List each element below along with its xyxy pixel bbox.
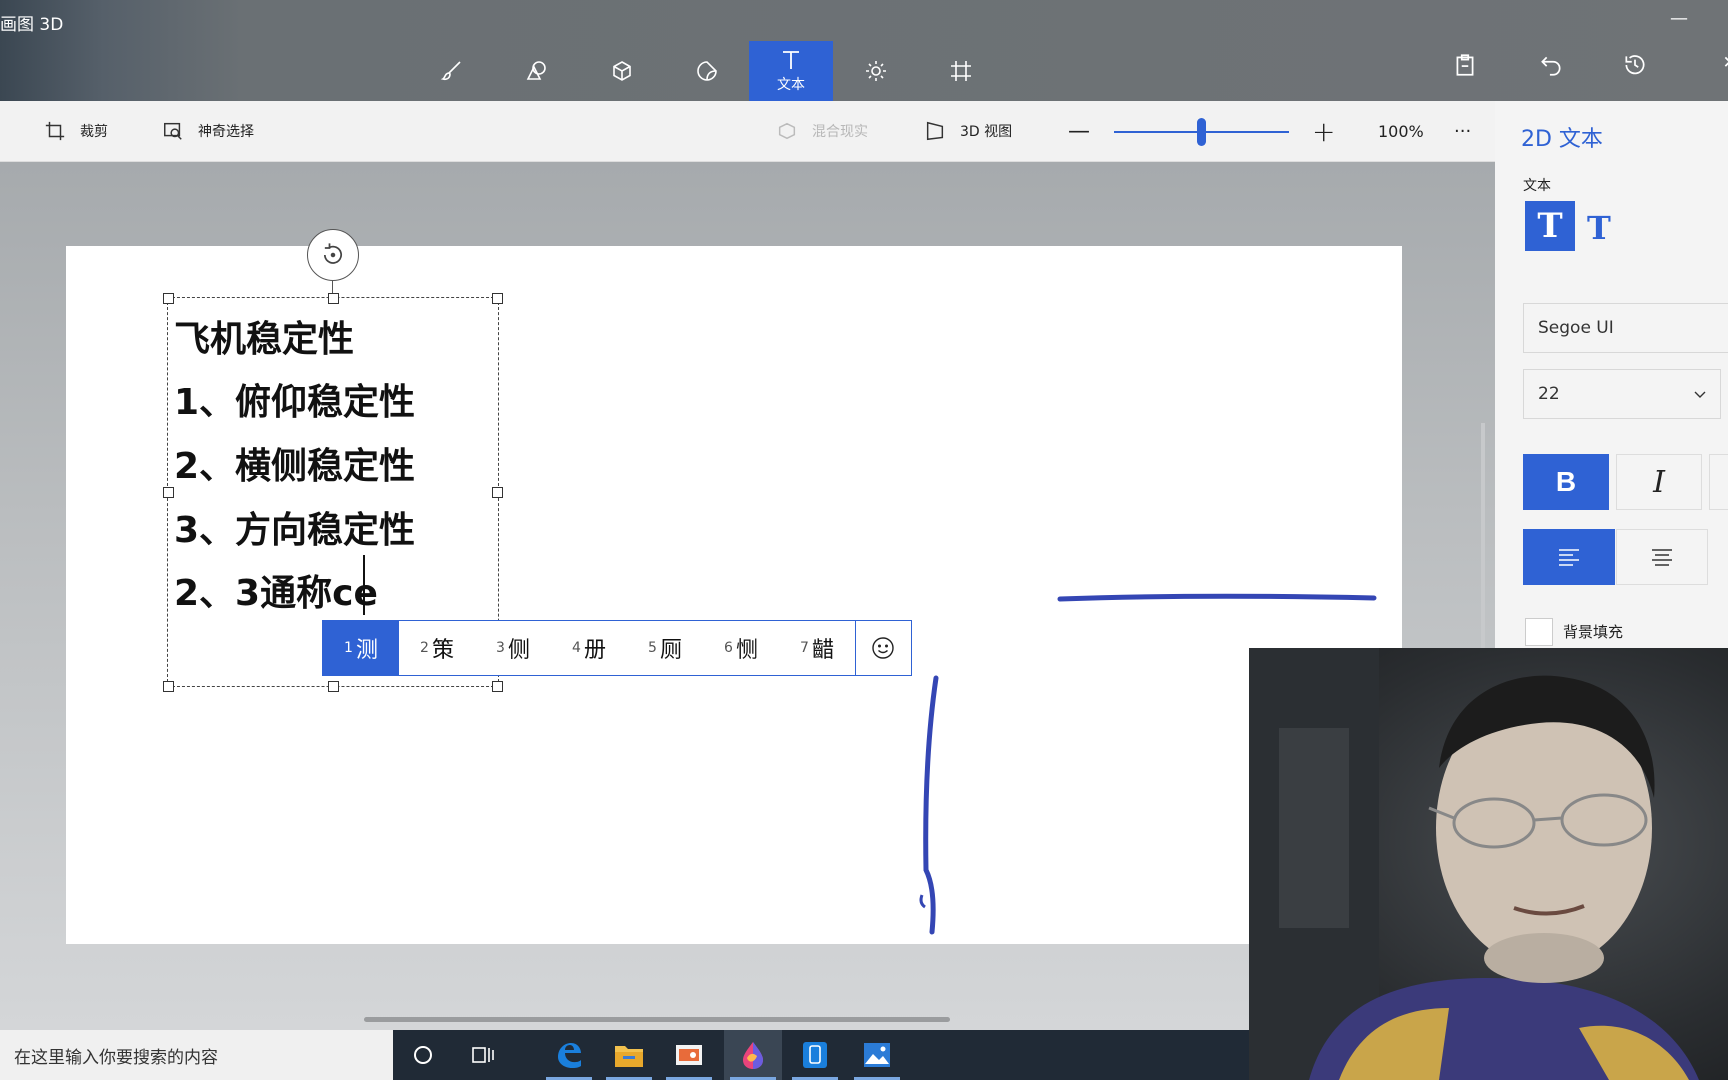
edge-icon: [558, 1043, 581, 1068]
text-line: 2、3通称ce: [174, 573, 378, 614]
text-caret: [363, 555, 365, 615]
ime-candidate[interactable]: 4册: [551, 621, 627, 675]
background-fill-label: 背景填充: [1563, 623, 1624, 641]
2d-text-button[interactable]: T: [1525, 201, 1575, 251]
align-left-icon: [1559, 549, 1579, 566]
undo-icon: [1541, 56, 1561, 76]
phone-icon: [803, 1042, 827, 1068]
taskbar-phone-app[interactable]: [786, 1030, 844, 1080]
bold-button[interactable]: B: [1523, 454, 1609, 510]
slides-icon: [676, 1045, 702, 1065]
italic-button[interactable]: I: [1616, 454, 1702, 510]
taskbar-file-explorer[interactable]: [600, 1030, 658, 1080]
resize-handle[interactable]: [163, 681, 174, 692]
ime-candidate[interactable]: 7齰: [779, 621, 855, 675]
taskbar-paint-3d[interactable]: [724, 1030, 782, 1080]
taskbar-edge[interactable]: [540, 1030, 598, 1080]
align-center-icon: [1652, 549, 1672, 566]
rotate-icon: [323, 243, 343, 264]
resize-handle[interactable]: [163, 293, 174, 304]
cortana-icon: [414, 1046, 432, 1064]
chevron-down-icon: [1694, 391, 1706, 398]
text-line: 1、俯仰稳定性: [174, 382, 416, 423]
task-view-icon: [472, 1047, 494, 1063]
taskbar-search-input[interactable]: 在这里输入你要搜索的内容: [0, 1030, 393, 1080]
text-line: 2、横侧稳定性: [174, 446, 416, 487]
webcam-overlay: [1249, 648, 1728, 1080]
taskbar-powerpoint[interactable]: [660, 1030, 718, 1080]
taskbar-photos[interactable]: [848, 1030, 906, 1080]
resize-handle[interactable]: [492, 487, 503, 498]
resize-handle[interactable]: [328, 681, 339, 692]
background-fill-checkbox[interactable]: [1525, 618, 1553, 646]
underline-button[interactable]: [1709, 454, 1728, 510]
photos-icon: [864, 1043, 890, 1067]
resize-handle[interactable]: [492, 293, 503, 304]
minimize-button[interactable]: —: [1670, 8, 1688, 29]
pen-stroke-horizontal: [1057, 593, 1377, 602]
ime-candidate[interactable]: 3侧: [475, 621, 551, 675]
history-button[interactable]: [1622, 52, 1652, 82]
resize-handle[interactable]: [163, 487, 174, 498]
ime-candidate[interactable]: 6恻: [703, 621, 779, 675]
ime-candidate[interactable]: 2策: [399, 621, 475, 675]
rotate-handle[interactable]: [307, 229, 359, 281]
redo-icon: [1724, 56, 1728, 67]
resize-handle[interactable]: [328, 293, 339, 304]
text-line: 3、方向稳定性: [174, 510, 416, 551]
3d-text-button[interactable]: T: [1587, 209, 1611, 247]
ime-candidate-bar: 1测 2策 3侧 4册 5厕 6恻 7齰: [322, 620, 912, 676]
align-left-button[interactable]: [1523, 529, 1615, 585]
panel-title: 2D 文本: [1521, 127, 1603, 152]
undo-button[interactable]: [1538, 52, 1568, 82]
font-size-select[interactable]: 22: [1523, 369, 1721, 419]
ime-emoji-button[interactable]: [855, 621, 910, 675]
folder-icon: [615, 1046, 643, 1067]
text-line: 飞机稳定性: [174, 319, 355, 360]
pen-stroke-vertical: [923, 675, 939, 935]
taskbar: 在这里输入你要搜索的内容: [0, 1030, 1249, 1080]
history-icon: [1625, 55, 1645, 75]
presenter-video: [1249, 648, 1699, 1080]
pen-stroke-hook: [919, 894, 926, 909]
ime-candidate[interactable]: 1测: [323, 621, 399, 675]
redo-button[interactable]: [1708, 52, 1728, 82]
resize-handle[interactable]: [492, 681, 503, 692]
task-view-button[interactable]: [454, 1030, 512, 1080]
paint-3d-icon: [743, 1042, 763, 1069]
font-family-select[interactable]: Segoe UI: [1523, 303, 1728, 353]
ime-candidate[interactable]: 5厕: [627, 621, 703, 675]
align-center-button[interactable]: [1616, 529, 1708, 585]
panel-section-label: 文本: [1523, 178, 1551, 194]
cortana-button[interactable]: [394, 1030, 452, 1080]
smiley-icon: [872, 637, 894, 659]
